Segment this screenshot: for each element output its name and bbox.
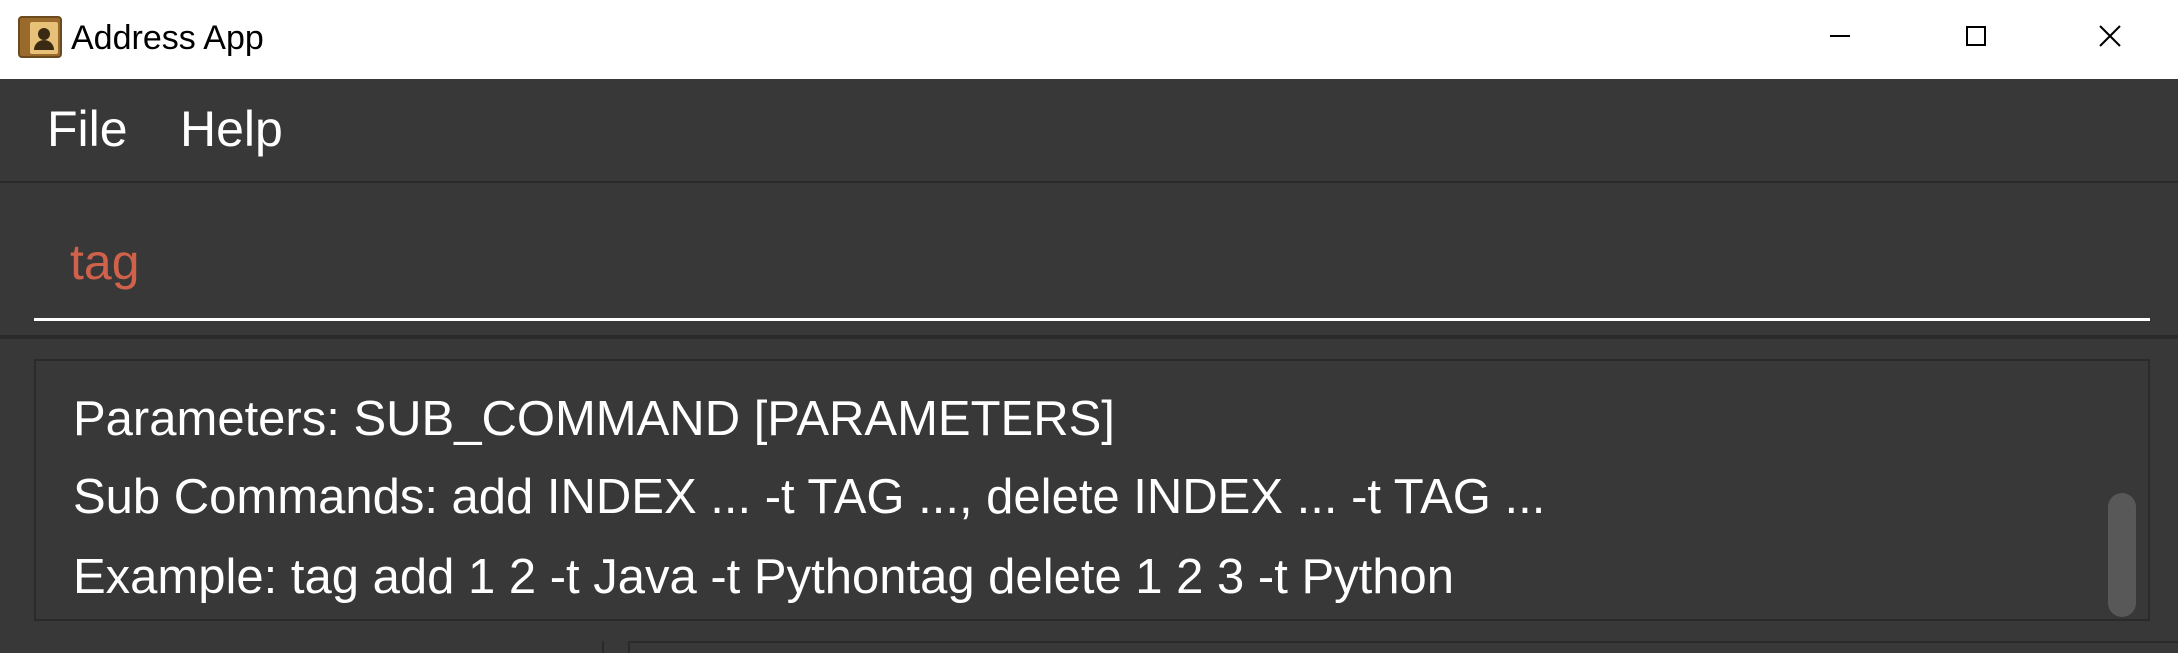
menu-bar: File Help [0, 79, 2178, 183]
window-title: Address App [71, 19, 264, 57]
close-icon [2099, 25, 2121, 47]
maximize-icon [1966, 26, 1986, 46]
minimize-button[interactable] [1772, 0, 1908, 72]
result-line: Sub Commands: add INDEX ... -t TAG ..., … [73, 470, 1546, 524]
panel-divider[interactable] [602, 641, 604, 653]
title-bar: Address App [0, 0, 2178, 79]
result-scrollbar-thumb[interactable] [2108, 493, 2136, 617]
result-area: Parameters: SUB_COMMAND [PARAMETERS] Sub… [0, 343, 2178, 643]
result-line: Parameters: SUB_COMMAND [PARAMETERS] [73, 392, 1115, 446]
result-display[interactable]: Parameters: SUB_COMMAND [PARAMETERS] Sub… [34, 359, 2150, 621]
minimize-icon [1830, 35, 1850, 37]
menu-file[interactable]: File [47, 99, 128, 159]
address-book-icon [18, 16, 62, 58]
close-button[interactable] [2042, 0, 2178, 72]
command-input[interactable] [70, 227, 2110, 297]
list-panel [628, 641, 2178, 653]
result-line: Example: tag add 1 2 -t Java -t Pythonta… [73, 550, 1454, 604]
command-area [0, 185, 2178, 339]
menu-help[interactable]: Help [180, 99, 283, 159]
maximize-button[interactable] [1908, 0, 2044, 72]
command-box [34, 205, 2150, 321]
